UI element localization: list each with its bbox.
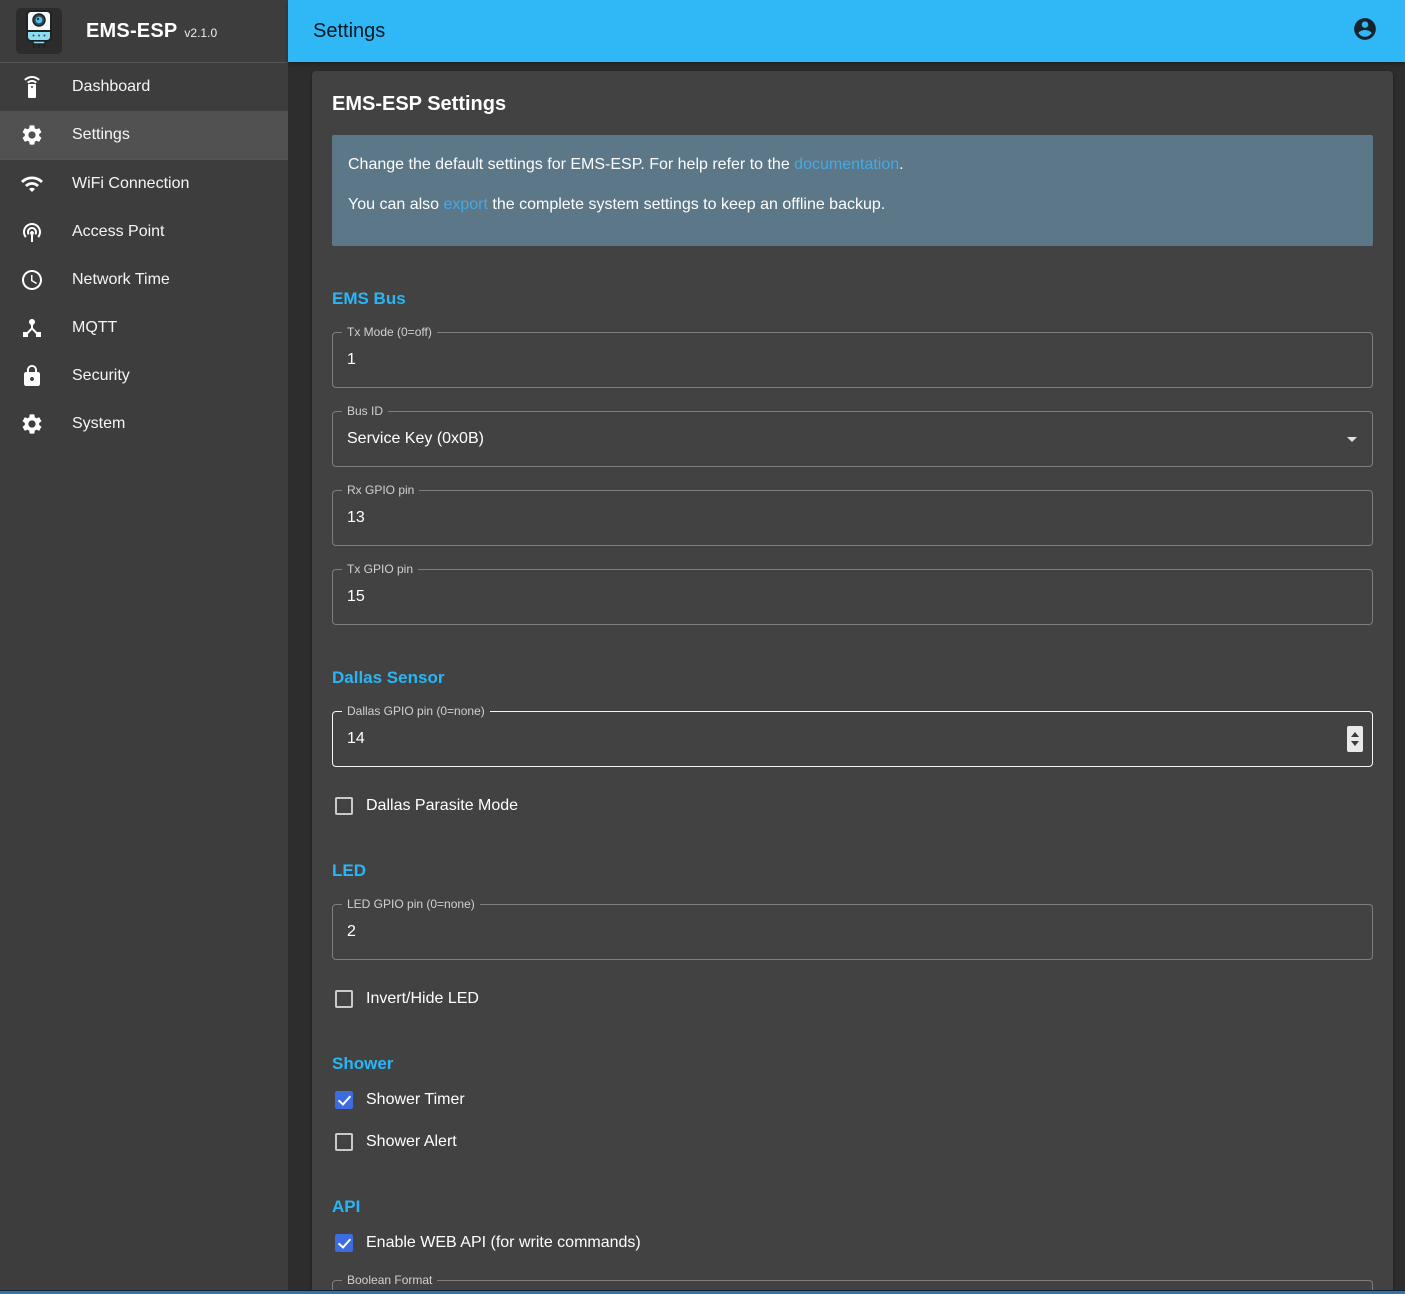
field-value: 2 [347, 923, 356, 941]
field-value: 13 [347, 509, 365, 527]
info-text: You can also [348, 196, 443, 213]
tx-gpio-field[interactable]: Tx GPIO pin 15 [332, 569, 1373, 625]
sidebar-item-label: Settings [72, 126, 130, 144]
field-label: Rx GPIO pin [342, 483, 419, 498]
sidebar-item-label: System [72, 415, 125, 433]
tx-mode-field[interactable]: Tx Mode (0=off) 1 [332, 332, 1373, 388]
app-version: v2.1.0 [184, 26, 217, 40]
clock-icon [20, 268, 44, 292]
sidebar-item-network-time[interactable]: Network Time [0, 256, 288, 304]
sidebar-item-label: Security [72, 367, 130, 385]
sidebar-item-label: MQTT [72, 319, 117, 337]
gear-icon [20, 123, 44, 147]
card-heading: EMS-ESP Settings [332, 91, 1373, 117]
checkbox[interactable] [335, 1234, 353, 1252]
field-value: 1 [347, 351, 356, 369]
section-title-shower: Shower [332, 1054, 1373, 1074]
wifi-tethering-icon [20, 220, 44, 244]
account-circle-icon [1352, 16, 1378, 47]
section-title-ems-bus: EMS Bus [332, 289, 1373, 309]
info-line-2: You can also export the complete system … [348, 195, 1357, 215]
device-hub-icon [20, 316, 44, 340]
sidebar-item-access-point[interactable]: Access Point [0, 208, 288, 256]
info-text: the complete system settings to keep an … [488, 196, 885, 213]
checkbox-label: Shower Alert [366, 1133, 457, 1151]
field-value: 14 [347, 730, 365, 748]
enable-web-api-checkbox-row[interactable]: Enable WEB API (for write commands) [332, 1231, 641, 1255]
info-text: Change the default settings for EMS-ESP.… [348, 156, 794, 173]
field-value: 15 [347, 588, 365, 606]
field-label: LED GPIO pin (0=none) [342, 897, 480, 912]
section-title-dallas-sensor: Dallas Sensor [332, 668, 1373, 688]
sidebar-item-label: Access Point [72, 223, 164, 241]
sidebar-item-label: Dashboard [72, 78, 150, 96]
sidebar-item-wifi-connection[interactable]: WiFi Connection [0, 160, 288, 208]
stepper-up-icon[interactable] [1351, 732, 1359, 737]
checkbox-label: Invert/Hide LED [366, 990, 479, 1008]
app-name: EMS-ESP [86, 20, 177, 43]
stepper-down-icon[interactable] [1351, 741, 1359, 746]
sidebar-item-dashboard[interactable]: Dashboard [0, 63, 288, 111]
page-title: Settings [313, 20, 385, 43]
sidebar: EMS-ESP v2.1.0 Dashboard Settings WiFi C… [0, 0, 288, 1294]
dallas-parasite-checkbox-row[interactable]: Dallas Parasite Mode [332, 794, 518, 818]
field-label: Tx Mode (0=off) [342, 325, 437, 340]
sidebar-item-label: WiFi Connection [72, 175, 189, 193]
gear-icon [20, 412, 44, 436]
boiler-icon [22, 9, 56, 54]
checkbox[interactable] [335, 1091, 353, 1109]
documentation-link[interactable]: documentation [794, 156, 899, 173]
rx-gpio-field[interactable]: Rx GPIO pin 13 [332, 490, 1373, 546]
account-button[interactable] [1351, 17, 1379, 45]
wifi-icon [20, 172, 44, 196]
lock-icon [20, 364, 44, 388]
settings-card: EMS-ESP Settings Change the default sett… [312, 71, 1393, 1294]
checkbox-label: Dallas Parasite Mode [366, 797, 518, 815]
led-gpio-field[interactable]: LED GPIO pin (0=none) 2 [332, 904, 1373, 960]
checkbox[interactable] [335, 990, 353, 1008]
number-stepper[interactable] [1347, 726, 1363, 752]
checkbox-label: Shower Timer [366, 1091, 465, 1109]
sidebar-item-system[interactable]: System [0, 400, 288, 448]
field-label: Dallas GPIO pin (0=none) [342, 704, 490, 719]
chevron-down-icon [1347, 437, 1357, 442]
dallas-gpio-field[interactable]: Dallas GPIO pin (0=none) 14 [332, 711, 1373, 767]
brand: EMS-ESP v2.1.0 [86, 20, 217, 43]
checkbox[interactable] [335, 1133, 353, 1151]
section-title-api: API [332, 1197, 1373, 1217]
field-value: Service Key (0x0B) [347, 430, 484, 448]
settings-remote-icon [20, 75, 44, 99]
sidebar-item-security[interactable]: Security [0, 352, 288, 400]
main-content: EMS-ESP Settings Change the default sett… [288, 62, 1405, 1294]
checkbox[interactable] [335, 797, 353, 815]
field-label: Bus ID [342, 404, 388, 419]
sidebar-item-label: Network Time [72, 271, 170, 289]
field-label: Tx GPIO pin [342, 562, 418, 577]
bus-id-select[interactable]: Bus ID Service Key (0x0B) [332, 411, 1373, 467]
section-title-led: LED [332, 861, 1373, 881]
sidebar-header: EMS-ESP v2.1.0 [0, 0, 288, 62]
info-box: Change the default settings for EMS-ESP.… [332, 135, 1373, 246]
bottom-accent-strip [0, 1290, 1405, 1294]
shower-alert-checkbox-row[interactable]: Shower Alert [332, 1130, 457, 1154]
app-logo [16, 8, 62, 54]
sidebar-item-mqtt[interactable]: MQTT [0, 304, 288, 352]
shower-timer-checkbox-row[interactable]: Shower Timer [332, 1088, 465, 1112]
info-text: . [899, 156, 903, 173]
info-line-1: Change the default settings for EMS-ESP.… [348, 155, 1357, 175]
invert-led-checkbox-row[interactable]: Invert/Hide LED [332, 987, 479, 1011]
checkbox-label: Enable WEB API (for write commands) [366, 1234, 641, 1252]
export-link[interactable]: export [443, 196, 487, 213]
sidebar-item-settings[interactable]: Settings [0, 111, 288, 159]
field-label: Boolean Format [342, 1273, 437, 1288]
appbar: Settings [288, 0, 1405, 62]
